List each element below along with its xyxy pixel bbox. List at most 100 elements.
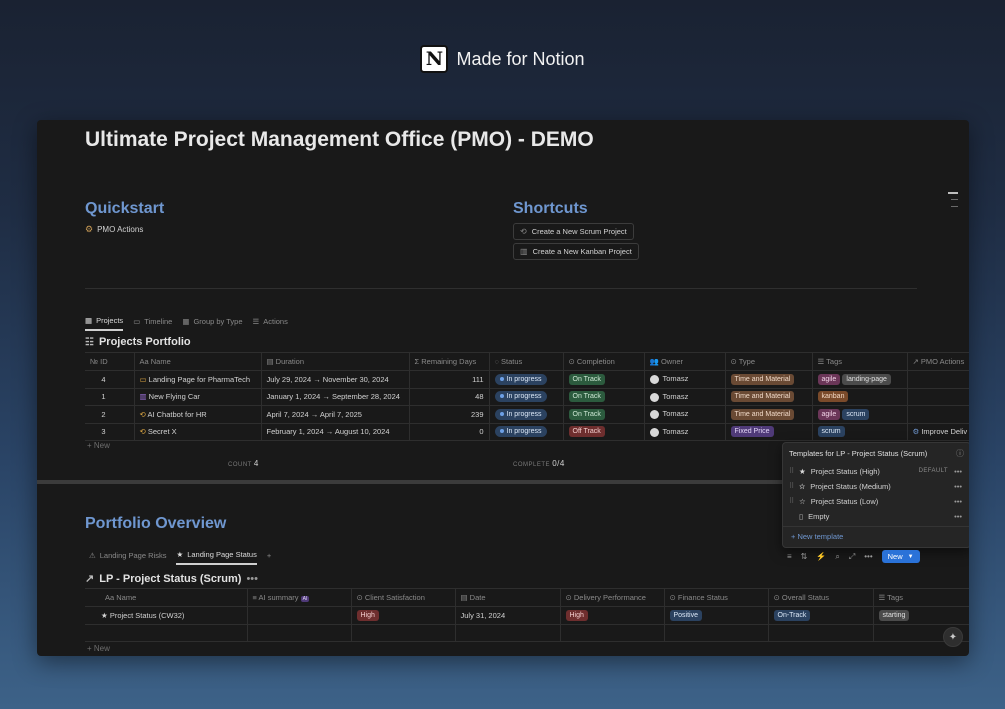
col-ai-summary[interactable]: ≡ AI summary AI [246,588,351,607]
cell-actions[interactable]: ⚙ Improve Deliv [906,423,969,441]
col-client-satisfaction[interactable]: ⊙ Client Satisfaction [350,588,455,607]
add-view-button[interactable]: + [267,550,271,565]
cell-type[interactable]: Time and Material [724,388,812,406]
col-status[interactable]: ◌ Status [488,352,563,371]
col-owner-label: Owner [660,357,684,366]
cell-tags[interactable]: agile landing-page [811,370,907,389]
tab-timeline[interactable]: ▭ Timeline [133,316,172,331]
col-duration[interactable]: ▤ Duration [260,352,409,371]
cell-status[interactable]: In progress [488,388,563,406]
col-name-label: Name [150,357,171,366]
cell-finance[interactable]: Positive [663,606,768,625]
cell-completion[interactable]: On Track [562,388,644,406]
cell-status[interactable]: In progress [488,423,563,441]
cell-type[interactable]: Time and Material [724,370,812,389]
chevron-down-icon[interactable]: ▼ [908,554,914,560]
more-icon[interactable]: ••• [954,467,962,476]
col-name[interactable]: Aa Name [85,588,247,607]
cell-actions[interactable] [906,370,969,389]
search-icon[interactable]: ⌕ [835,552,839,562]
cell-actions[interactable] [906,405,969,424]
cell-completion[interactable]: On Track [562,405,644,424]
automation-icon[interactable]: ⚡ [816,552,826,561]
cell-name[interactable]: ▥ New Flying Car [133,388,261,406]
more-icon[interactable]: ••• [954,497,962,506]
cell-tags[interactable]: starting [872,606,969,625]
cell-owner[interactable]: Tomasz [643,423,725,441]
drag-handle-icon[interactable]: ⠿ [789,482,799,490]
col-completion[interactable]: ⊙ Completion [562,352,644,371]
cell-owner[interactable]: Tomasz [643,370,725,389]
cell-status[interactable]: In progress [488,405,563,424]
cell-delivery[interactable]: High [559,606,664,625]
template-item-low[interactable]: ⠿ ☆ Project Status (Low) ••• [789,494,964,508]
multi-select-icon: ☰ [878,593,888,602]
table-row[interactable] [85,624,969,642]
template-item-high[interactable]: ⠿ ★ Project Status (High) DEFAULT ••• [789,464,964,478]
cell-name[interactable]: ▭ Landing Page for PharmaTech [133,370,261,389]
new-button[interactable]: New ▼ [881,550,920,563]
table-row[interactable]: 3 ⟲ Secret X February 1, 2024 → August 1… [85,423,969,441]
cell-name[interactable]: ★ Project Status (CW32) [85,606,247,625]
col-delivery[interactable]: ⊙ Delivery Performance [559,588,664,607]
cell-owner[interactable]: Tomasz [643,388,725,406]
more-icon[interactable]: ••• [864,552,872,561]
cell-completion[interactable]: Off Track [562,423,644,441]
col-name[interactable]: Aa Name [133,352,261,371]
col-type[interactable]: ⊙ Type [724,352,812,371]
cell-type[interactable]: Fixed Price [724,423,812,441]
more-icon[interactable]: ••• [246,573,258,585]
create-scrum-project-button[interactable]: ⟲ Create a New Scrum Project [513,223,634,240]
cell-owner[interactable]: Tomasz [643,405,725,424]
cell-status[interactable]: In progress [488,370,563,389]
col-owner[interactable]: 👥 Owner [643,352,725,371]
drag-handle-icon[interactable]: ⠿ [789,467,799,475]
table-row[interactable]: 2 ⟲ AI Chatbot for HR April 7, 2024 → Ap… [85,405,969,424]
tab-actions[interactable]: ☰ Actions [253,316,288,331]
col-tags[interactable]: ☰ Tags [811,352,907,371]
select-icon: ⊙ [568,357,577,366]
cell-name[interactable]: ⟲ Secret X [133,423,261,441]
filter-icon[interactable]: ≡ [787,552,792,561]
table-row[interactable]: 1 ▥ New Flying Car January 1, 2024 → Sep… [85,388,969,406]
tab-landing-page-risks[interactable]: ⚠ Landing Page Risks [89,550,166,565]
col-id[interactable]: № ID [85,352,134,371]
cell-overall[interactable]: On-Track [767,606,873,625]
add-new-status-row[interactable]: + New [87,644,110,653]
col-finance[interactable]: ⊙ Finance Status [663,588,768,607]
cell-actions[interactable] [906,388,969,406]
new-template-button[interactable]: + New template [791,532,843,541]
table-row[interactable]: ★ Project Status (CW32) High July 31, 20… [85,606,969,625]
col-overall[interactable]: ⊙ Overall Status [767,588,873,607]
help-icon[interactable]: ⓘ [956,448,964,459]
template-item-empty[interactable]: ▯ Empty ••• [789,509,964,523]
cell-name[interactable]: ⟲ AI Chatbot for HR [133,405,261,424]
tab-landing-page-status[interactable]: ★ Landing Page Status [176,550,257,565]
cell-completion[interactable]: On Track [562,370,644,389]
col-date[interactable]: ▤ Date [454,588,560,607]
cell-ai-summary[interactable] [246,606,351,625]
drag-handle-icon[interactable]: ⠿ [789,497,799,505]
add-new-row[interactable]: + New [87,441,110,450]
cell-client[interactable]: High [350,606,455,625]
cell-tags[interactable]: kanban [811,388,907,406]
col-tags[interactable]: ☰ Tags [872,588,969,607]
cell-tags[interactable]: scrum [811,423,907,441]
table-of-contents-icon[interactable] [948,192,958,207]
expand-icon[interactable]: ⤢ [849,552,855,562]
tab-group-by-type[interactable]: ▦ Group by Type [182,316,242,331]
create-kanban-project-button[interactable]: ▥ Create a New Kanban Project [513,243,639,260]
tab-projects[interactable]: ▦ Projects [85,316,124,331]
cell-type[interactable]: Time and Material [724,405,812,424]
ai-sparkle-icon[interactable]: ✦ [943,627,963,647]
table-header-row: № ID Aa Name ▤ Duration Σ Remaining Days… [85,352,969,371]
template-item-medium[interactable]: ⠿ ✫ Project Status (Medium) ••• [789,479,964,493]
more-icon[interactable]: ••• [954,512,962,521]
col-remaining[interactable]: Σ Remaining Days [408,352,489,371]
more-icon[interactable]: ••• [954,482,962,491]
cell-tags[interactable]: agile scrum [811,405,907,424]
sort-icon[interactable]: ⇅ [801,552,808,561]
table-row[interactable]: 4 ▭ Landing Page for PharmaTech July 29,… [85,370,969,389]
col-pmo-actions[interactable]: ↗ PMO Actions [906,352,969,371]
pmo-actions-link[interactable]: ⚙ PMO Actions [85,224,143,235]
